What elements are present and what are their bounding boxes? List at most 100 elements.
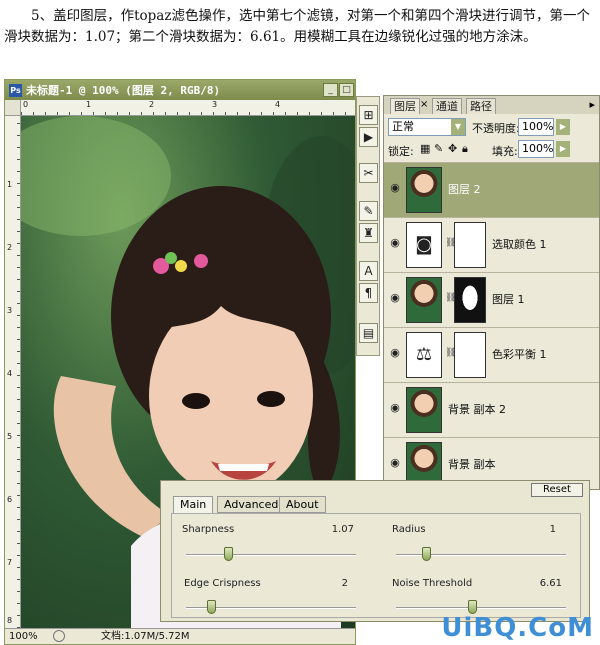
fill-slider-icon[interactable]: ▶ <box>556 141 570 157</box>
ruler-left-label: 4 <box>7 369 13 378</box>
layer-row[interactable]: ◉ 图层 2 <box>384 162 599 217</box>
tab-paths[interactable]: 路径 <box>466 98 496 114</box>
opacity-label: 不透明度: <box>472 122 520 135</box>
layer-row[interactable]: ◉ ◙ ⛓ 选取颜色 1 <box>384 217 599 272</box>
radius-slider-thumb[interactable] <box>422 547 431 561</box>
panel-menu-icon[interactable]: ▸ <box>589 98 595 111</box>
lock-transparency-icon[interactable]: ▦ <box>420 142 430 155</box>
ruler-corner <box>5 100 21 116</box>
noise-threshold-slider[interactable] <box>396 600 566 614</box>
edge-crispness-label: Edge Crispness <box>184 578 261 589</box>
layer-mask-thumbnail[interactable] <box>454 332 486 378</box>
fill-label: 填充: <box>492 145 518 158</box>
layers-panel: 图层 × 通道 路径 ▸ 正常 ▼ 不透明度: 100% ▶ 锁定: ▦ ✎ ✥… <box>383 95 600 490</box>
eye-icon[interactable]: ◉ <box>387 236 403 252</box>
layer-name[interactable]: 图层 1 <box>492 291 525 307</box>
radius-label: Radius <box>392 524 426 535</box>
sharpness-slider-thumb[interactable] <box>224 547 233 561</box>
noise-threshold-value: 6.61 <box>539 578 562 589</box>
blend-mode-select[interactable]: 正常 ▼ <box>388 118 466 136</box>
layer-thumbnail <box>406 387 442 433</box>
noise-threshold-slider-thumb[interactable] <box>468 600 477 614</box>
paragraph-icon[interactable]: ¶ <box>359 283 378 303</box>
close-tab-icon[interactable]: × <box>420 99 428 110</box>
ruler-left[interactable]: 1 2 3 4 5 6 7 8 <box>5 116 21 628</box>
instruction-text: 5、盖印图层，作topaz滤色操作，选中第七个滤镜，对第一个和第四个滑块进行调节… <box>0 0 600 78</box>
layer-name[interactable]: 图层 2 <box>448 181 481 197</box>
ruler-left-label: 1 <box>7 180 13 189</box>
ruler-left-label: 5 <box>7 432 13 441</box>
layer-name[interactable]: 背景 副本 <box>448 456 496 472</box>
eye-icon[interactable]: ◉ <box>387 401 403 417</box>
layer-row[interactable]: ◉ ⛓ 图层 1 <box>384 272 599 327</box>
eye-icon[interactable]: ◉ <box>387 346 403 362</box>
blend-row: 正常 ▼ 不透明度: 100% ▶ <box>388 118 598 136</box>
tab-about[interactable]: About <box>279 496 326 513</box>
layer-row[interactable]: ◉ 背景 副本 2 <box>384 382 599 437</box>
layer-comps-icon[interactable]: ▤ <box>359 323 378 343</box>
layer-thumbnail <box>406 277 442 323</box>
ruler-top-label: 0 <box>23 100 29 109</box>
eye-icon[interactable]: ◉ <box>387 291 403 307</box>
ruler-left-label: 7 <box>7 558 13 567</box>
zoom-level[interactable]: 100% <box>9 629 38 644</box>
sharpness-label: Sharpness <box>182 524 235 535</box>
maximize-icon[interactable]: □ <box>339 83 354 97</box>
tab-advanced[interactable]: Advanced <box>217 496 286 513</box>
eye-icon[interactable]: ◉ <box>387 456 403 472</box>
photoshop-icon: Ps <box>9 83 22 97</box>
actions-play-icon[interactable]: ▶ <box>359 127 378 147</box>
lock-all-icon[interactable]: 🔒︎ <box>462 142 468 156</box>
ruler-left-label: 6 <box>7 495 13 504</box>
fill-field[interactable]: 100% <box>518 140 554 158</box>
tab-channels[interactable]: 通道 <box>432 98 462 114</box>
eye-icon[interactable]: ◉ <box>387 181 403 197</box>
ruler-top[interactable]: 0 1 2 3 4 <box>21 100 355 116</box>
sharpness-slider[interactable] <box>186 547 356 561</box>
layer-mask-thumbnail[interactable] <box>454 222 486 268</box>
radius-value: 1 <box>549 524 556 535</box>
ruler-top-label: 3 <box>212 100 218 109</box>
radius-slider[interactable] <box>396 547 566 561</box>
navigator-icon[interactable]: ⊞ <box>359 105 378 125</box>
brush-icon[interactable]: ✎ <box>359 201 378 221</box>
layer-name[interactable]: 背景 副本 2 <box>448 401 506 417</box>
edge-crispness-slider[interactable] <box>186 600 356 614</box>
clone-stamp-icon[interactable]: ♜ <box>359 223 378 243</box>
panel-tabs: 图层 × 通道 路径 ▸ <box>384 96 599 114</box>
layer-name[interactable]: 色彩平衡 1 <box>492 346 547 362</box>
minimize-icon[interactable]: _ <box>323 83 338 97</box>
tools-icon[interactable]: ✂ <box>359 163 378 183</box>
reset-button[interactable]: Reset <box>531 483 583 497</box>
ruler-left-label: 3 <box>7 306 13 315</box>
layer-thumbnail <box>406 167 442 213</box>
document-title-bar[interactable]: Ps 未标题-1 @ 100% (图层 2, RGB/8) _ □ <box>5 80 355 100</box>
layer-mask-thumbnail[interactable] <box>454 277 486 323</box>
tab-layers[interactable]: 图层 <box>390 98 420 114</box>
status-bar: 100% 文档:1.07M/5.72M <box>5 628 355 644</box>
side-tool-strip: ⊞ ▶ ✂ ✎ ♜ A ¶ ▤ <box>356 96 380 356</box>
edge-crispness-slider-thumb[interactable] <box>207 600 216 614</box>
lock-position-icon[interactable]: ✥ <box>448 142 457 155</box>
opacity-field[interactable]: 100% <box>518 118 554 136</box>
character-icon[interactable]: A <box>359 261 378 281</box>
edge-crispness-value: 2 <box>341 578 348 589</box>
layer-name[interactable]: 选取颜色 1 <box>492 236 547 252</box>
opacity-slider-icon[interactable]: ▶ <box>556 119 570 135</box>
ruler-top-label: 2 <box>149 100 155 109</box>
lock-pixels-icon[interactable]: ✎ <box>434 142 443 155</box>
selective-color-icon: ◙ <box>406 222 442 268</box>
blend-mode-value: 正常 <box>392 120 414 133</box>
site-watermark: UiBQ.CoM <box>441 613 594 643</box>
ruler-top-label: 4 <box>275 100 281 109</box>
status-menu-icon[interactable] <box>53 630 65 642</box>
ruler-left-label: 8 <box>7 616 13 625</box>
ruler-top-label: 1 <box>86 100 92 109</box>
layer-row[interactable]: ◉ ⚖ ⛓ 色彩平衡 1 <box>384 327 599 382</box>
ruler-left-label: 2 <box>7 243 13 252</box>
tab-main[interactable]: Main <box>173 496 214 513</box>
sharpness-value: 1.07 <box>331 524 354 535</box>
color-balance-icon: ⚖ <box>406 332 442 378</box>
lock-row: 锁定: ▦ ✎ ✥ 🔒︎ 填充: 100% ▶ <box>388 140 598 158</box>
instruction-paragraph: 5、盖印图层，作topaz滤色操作，选中第七个滤镜，对第一个和第四个滑块进行调节… <box>4 8 590 45</box>
